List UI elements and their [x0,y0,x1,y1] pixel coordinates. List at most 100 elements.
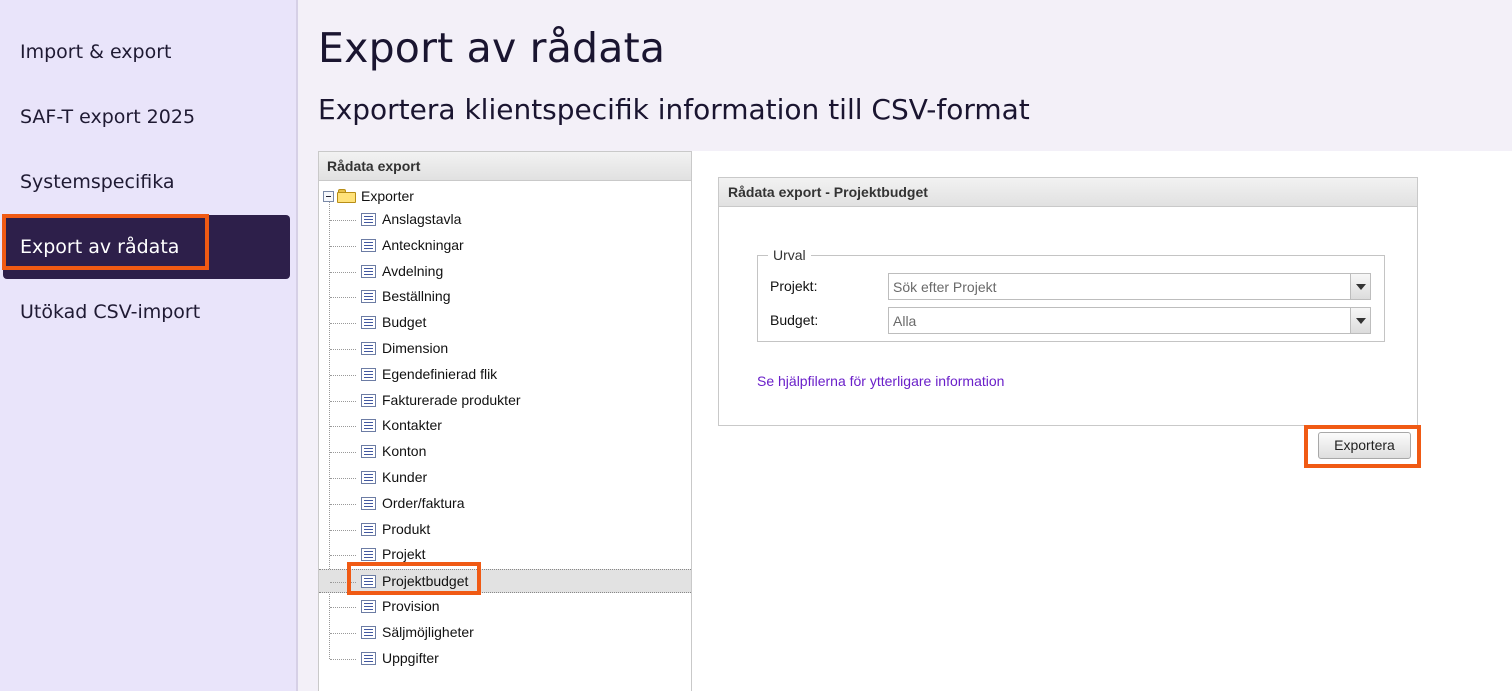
tree-connector [330,659,356,660]
tree-item[interactable]: Provision [319,595,691,619]
tree-item-label: Projekt [382,546,426,562]
tree-item[interactable]: Projektbudget [319,569,691,593]
folder-icon [337,189,356,203]
tree-item[interactable]: Dimension [319,337,691,361]
tree-item-label: Order/faktura [382,495,465,511]
chevron-down-icon[interactable] [1350,274,1370,299]
tree-item-label: Projektbudget [382,573,469,589]
tree-connector [330,633,356,634]
tree-item[interactable]: Anslagstavla [319,208,691,232]
tree-item-label: Egendefinierad flik [382,366,498,382]
document-icon [361,394,376,407]
nav-item-saft-export[interactable]: SAF-T export 2025 [0,85,296,149]
tree-item-label: Provision [382,598,440,614]
document-icon [361,342,376,355]
tree-item-label: Säljmöjligheter [382,624,474,640]
projekt-select-value: Sök efter Projekt [893,279,997,295]
tree-item[interactable]: Kontakter [319,414,691,438]
document-icon [361,652,376,665]
page-subtitle: Exportera klientspecifik information til… [318,93,1030,126]
export-panel-header: Rådata export - Projektbudget [719,178,1417,207]
projekt-select[interactable]: Sök efter Projekt [888,273,1371,300]
tree-connector [330,452,356,453]
tree-root-label: Exporter [361,188,414,204]
projekt-label: Projekt: [770,278,818,294]
tree-item-label: Beställning [382,288,451,304]
tree-connector [330,555,356,556]
export-panel: Rådata export - Projektbudget Urval Proj… [718,177,1418,426]
tree-connector [330,607,356,608]
tree-connector [330,323,356,324]
tree-item[interactable]: Produkt [319,518,691,542]
tree-item[interactable]: Konton [319,440,691,464]
tree-root[interactable]: Exporter [323,186,414,206]
chevron-down-icon[interactable] [1350,308,1370,333]
tree-connector [330,246,356,247]
tree-connector [330,375,356,376]
document-icon [361,265,376,278]
nav-divider [296,0,298,691]
export-button[interactable]: Exportera [1318,432,1411,459]
tree-panel-header: Rådata export [319,152,691,181]
nav-item-utokad-csv-import[interactable]: Utökad CSV-import [0,280,296,344]
tree-connector [330,582,356,583]
tree-connector [330,504,356,505]
nav-item-export-radata[interactable]: Export av rådata [3,215,290,279]
tree-item[interactable]: Beställning [319,285,691,309]
document-icon [361,497,376,510]
tree-item-label: Anslagstavla [382,211,462,227]
tree-connector [330,272,356,273]
budget-select-value: Alla [893,313,917,329]
document-icon [361,626,376,639]
tree-item-label: Kontakter [382,417,442,433]
document-icon [361,316,376,329]
tree-connector [330,478,356,479]
tree-item[interactable]: Anteckningar [319,234,691,258]
tree-panel: Rådata export Exporter Anslagstavla Antec… [318,151,692,691]
tree-item-label: Konton [382,443,427,459]
tree-connector [330,349,356,350]
document-icon [361,239,376,252]
tree-connector [330,297,356,298]
budget-select[interactable]: Alla [888,307,1371,334]
tree-item[interactable]: Kunder [319,466,691,490]
nav-item-import-export[interactable]: Import & export [0,20,296,84]
document-icon [361,368,376,381]
tree-item[interactable]: Order/faktura [319,492,691,516]
urval-fieldset: Urval Projekt: Sök efter Projekt Budget:… [757,247,1385,342]
document-icon [361,523,376,536]
tree-item-label: Anteckningar [382,237,464,253]
help-link[interactable]: Se hjälpfilerna för ytterligare informat… [757,373,1004,389]
tree-item[interactable]: Projekt [319,543,691,567]
fieldset-legend: Urval [768,247,811,263]
tree-item-label: Avdelning [382,263,444,279]
document-icon [361,290,376,303]
tree-connector [330,426,356,427]
document-icon [361,471,376,484]
document-icon [361,419,376,432]
tree-item[interactable]: Avdelning [319,260,691,284]
tree-item[interactable]: Säljmöjligheter [319,621,691,645]
budget-label: Budget: [770,312,819,328]
collapse-icon[interactable] [323,190,334,202]
left-navigation: Import & export SAF-T export 2025 System… [0,0,296,691]
tree-connector [330,530,356,531]
tree-item[interactable]: Fakturerade produkter [319,389,691,413]
page-title: Export av rådata [318,24,666,72]
tree-item-label: Produkt [382,521,431,537]
document-icon [361,445,376,458]
document-icon [361,600,376,613]
tree-item[interactable]: Uppgifter [319,647,691,671]
tree-item-label: Dimension [382,340,449,356]
document-icon [361,548,376,561]
document-icon [361,213,376,226]
tree-item[interactable]: Egendefinierad flik [319,363,691,387]
tree-item-label: Fakturerade produkter [382,392,521,408]
document-icon [361,575,376,588]
tree-item[interactable]: Budget [319,311,691,335]
tree-item-label: Kunder [382,469,428,485]
tree-connector [330,220,356,221]
tree-connector [330,401,356,402]
nav-item-systemspecifika[interactable]: Systemspecifika [0,150,296,214]
tree-item-label: Budget [382,314,427,330]
